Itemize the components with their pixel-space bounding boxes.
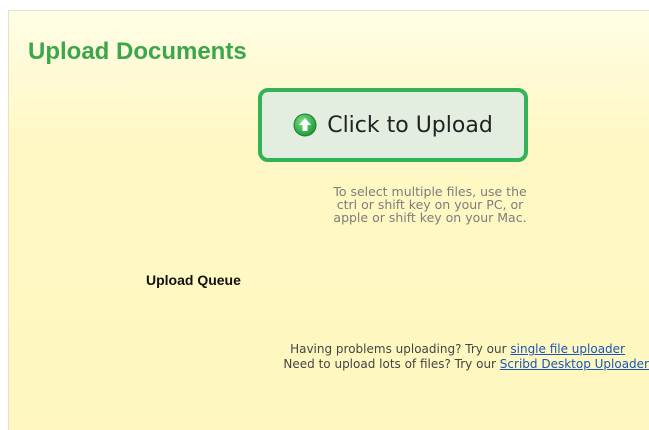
up-arrow-circle-icon (293, 113, 317, 137)
help-text: Need to upload lots of files? Try our (283, 357, 500, 371)
page-title: Upload Documents (28, 38, 247, 65)
click-to-upload-button[interactable]: Click to Upload (258, 88, 528, 162)
help-line-single-file: Having problems uploading? Try our singl… (129, 342, 649, 357)
single-file-uploader-link[interactable]: single file uploader (510, 342, 625, 356)
desktop-uploader-link[interactable]: Scribd Desktop Uploader (500, 357, 649, 371)
multi-select-hint: To select multiple files, use the ctrl o… (300, 185, 560, 224)
upload-button-label: Click to Upload (327, 112, 493, 138)
upload-help: Having problems uploading? Try our singl… (129, 342, 649, 372)
help-text: Having problems uploading? Try our (290, 342, 511, 356)
hint-line: apple or shift key on your Mac. (333, 210, 527, 225)
upload-queue-heading: Upload Queue (146, 272, 241, 288)
help-line-desktop: Need to upload lots of files? Try our Sc… (129, 357, 649, 372)
